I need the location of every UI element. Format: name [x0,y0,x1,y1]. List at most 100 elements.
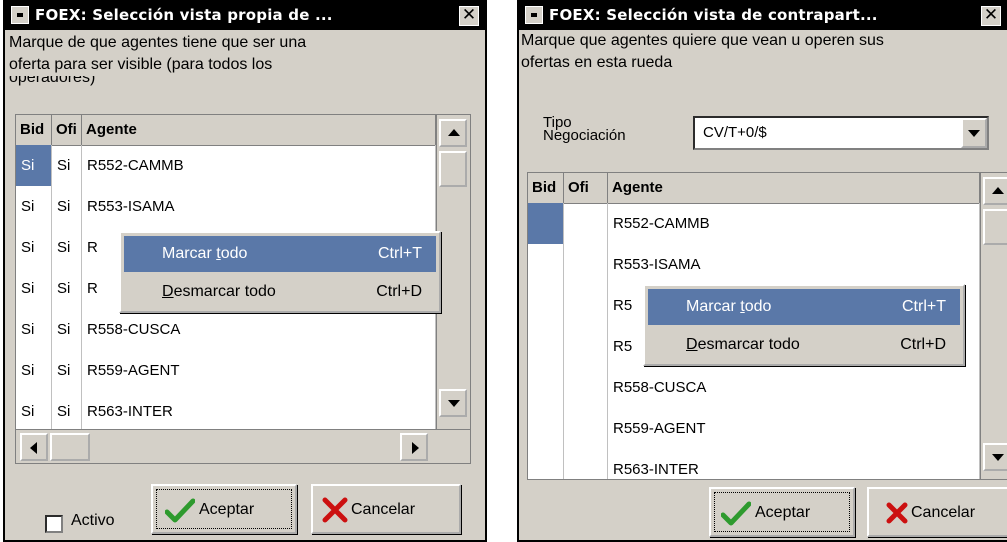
cell-bid[interactable] [528,203,564,244]
cancel-button[interactable]: Cancelar [867,487,1007,537]
column-header-bid[interactable]: Bid [528,173,564,203]
scroll-thumb[interactable] [983,209,1007,245]
cell-ofi[interactable] [564,408,608,449]
right-description: Marque que agentes quiere que vean u ope… [521,32,884,71]
cell-bid[interactable]: Si [16,309,52,350]
accept-button[interactable]: Aceptar [151,484,297,534]
cell-ofi[interactable]: Si [52,186,82,227]
close-icon[interactable]: ✕ [981,6,1001,26]
cell-agente[interactable]: R563-INTER [608,449,980,479]
cell-ofi[interactable]: Si [52,391,82,432]
table-row[interactable]: Si Si R558-CUSCA [16,309,470,350]
window-menu-icon[interactable] [11,6,29,24]
column-header-ofi[interactable]: Ofi [52,115,82,145]
cell-agente[interactable]: R558-CUSCA [82,309,436,350]
menu-item-desmarcar-todo[interactable]: Desmarcar todo Ctrl+D [124,274,436,310]
right-dialog-title: FOEX: Selección vista de contrapart... [549,6,878,24]
cancel-x-icon [322,497,348,523]
cell-agente[interactable]: R558-CUSCA [608,367,980,408]
shortcut-label: Ctrl+D [376,283,422,300]
column-header-bid[interactable]: Bid [16,115,52,145]
scroll-down-button[interactable] [439,389,467,417]
table-row[interactable]: R563-INTER [528,449,1007,479]
table-row[interactable]: Si Si R559-AGENT [16,350,470,391]
cell-bid[interactable] [528,326,564,367]
activo-label[interactable]: Activo [71,512,115,530]
table-row[interactable]: Si Si R553-ISAMA [16,186,470,227]
cell-bid[interactable]: Si [16,145,52,186]
cell-agente[interactable]: R553-ISAMA [608,244,980,285]
accept-button[interactable]: Aceptar [709,487,855,537]
table-row[interactable]: R559-AGENT [528,408,1007,449]
left-title-bar[interactable]: FOEX: Selección vista propia de ... ✕ [5,2,485,30]
chevron-down-icon[interactable] [961,118,987,148]
checkmark-icon [721,501,751,526]
cell-ofi[interactable] [564,449,608,479]
table-row[interactable]: R558-CUSCA [528,367,1007,408]
cell-bid[interactable]: Si [16,391,52,432]
grid-header: Bid Ofi Agente [16,115,470,146]
left-description: Marque de que agentes tiene que ser una … [9,34,307,86]
cell-agente[interactable]: R559-AGENT [608,408,980,449]
column-header-agente[interactable]: Agente [608,173,980,203]
cell-ofi[interactable]: Si [52,227,82,268]
scroll-right-button[interactable] [400,433,428,461]
left-vertical-scrollbar[interactable] [436,115,470,429]
cell-ofi[interactable]: Si [52,309,82,350]
cell-bid[interactable] [528,408,564,449]
cell-ofi[interactable] [564,326,608,367]
cell-ofi[interactable] [564,244,608,285]
menu-item-marcar-todo[interactable]: Marcar todo Ctrl+T [648,289,960,325]
cancel-button[interactable]: Cancelar [311,484,461,534]
left-dialog-title: FOEX: Selección vista propia de ... [35,6,333,24]
close-icon[interactable]: ✕ [459,6,479,26]
cell-agente[interactable]: R559-AGENT [82,350,436,391]
tipo-negociacion-label: Tipo Negociación [543,114,626,144]
cell-ofi[interactable]: Si [52,268,82,309]
cell-ofi[interactable] [564,285,608,326]
left-horizontal-scrollbar[interactable] [16,429,470,463]
cell-bid[interactable]: Si [16,350,52,391]
cell-agente[interactable]: R553-ISAMA [82,186,436,227]
scroll-left-button[interactable] [20,433,48,461]
menu-item-marcar-todo[interactable]: Marcar todo Ctrl+T [124,236,436,272]
cell-agente[interactable]: R552-CAMMB [82,145,436,186]
table-row[interactable]: Si Si R552-CAMMB [16,145,470,186]
left-dialog: FOEX: Selección vista propia de ... ✕ Ma… [3,0,487,542]
scroll-down-button[interactable] [983,443,1007,471]
cell-bid[interactable]: Si [16,268,52,309]
cell-bid[interactable]: Si [16,227,52,268]
column-header-ofi[interactable]: Ofi [564,173,608,203]
grid-header: Bid Ofi Agente [528,173,1007,204]
h-scroll-thumb[interactable] [50,433,90,461]
right-context-menu: Marcar todo Ctrl+T Desmarcar todo Ctrl+D [643,284,965,366]
cell-agente[interactable]: R552-CAMMB [608,203,980,244]
right-vertical-scrollbar[interactable] [980,173,1007,479]
checkmark-icon [165,498,195,523]
cell-ofi[interactable]: Si [52,145,82,186]
scroll-up-button[interactable] [983,177,1007,205]
table-row[interactable]: R553-ISAMA [528,244,1007,285]
cell-bid[interactable] [528,367,564,408]
scroll-thumb[interactable] [439,151,467,187]
cell-ofi[interactable] [564,203,608,244]
cell-agente[interactable]: R563-INTER [82,391,436,432]
cancel-x-icon [886,502,908,524]
activo-checkbox[interactable] [45,515,63,533]
cell-bid[interactable] [528,244,564,285]
cell-ofi[interactable]: Si [52,350,82,391]
cell-bid[interactable]: Si [16,186,52,227]
table-row[interactable]: Si Si R563-INTER [16,391,470,432]
tipo-negociacion-select[interactable]: CV/T+0/$ [693,116,989,150]
scroll-up-button[interactable] [439,119,467,147]
window-menu-icon[interactable] [525,6,543,24]
cell-ofi[interactable] [564,367,608,408]
shortcut-label: Ctrl+D [900,336,946,353]
cell-bid[interactable] [528,449,564,479]
column-header-agente[interactable]: Agente [82,115,436,145]
cell-bid[interactable] [528,285,564,326]
right-dialog: FOEX: Selección vista de contrapart... ✕… [517,0,1007,542]
table-row[interactable]: R552-CAMMB [528,203,1007,244]
right-title-bar[interactable]: FOEX: Selección vista de contrapart... ✕ [519,2,1007,30]
menu-item-desmarcar-todo[interactable]: Desmarcar todo Ctrl+D [648,327,960,363]
